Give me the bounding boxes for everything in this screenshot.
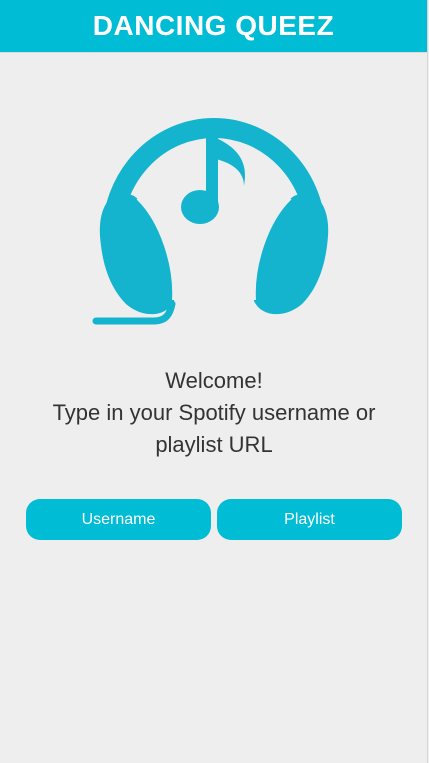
app-title: DANCING QUEEZ <box>92 10 335 41</box>
app-header: DANCING QUEEZ <box>0 0 427 53</box>
welcome-instruction-line-1: Type in your Spotify username or <box>52 400 376 425</box>
app-container: DANCING QUEEZ Welcome! Type in your Spot… <box>0 0 428 763</box>
welcome-message: Welcome! Type in your Spotify username o… <box>0 365 428 461</box>
username-button[interactable]: Username <box>26 499 211 540</box>
mode-buttons: Username Playlist <box>26 499 402 540</box>
welcome-heading: Welcome! <box>165 368 263 393</box>
welcome-instruction-line-2: playlist URL <box>155 432 273 457</box>
playlist-button[interactable]: Playlist <box>217 499 402 540</box>
headphones-music-note-icon <box>92 86 336 330</box>
